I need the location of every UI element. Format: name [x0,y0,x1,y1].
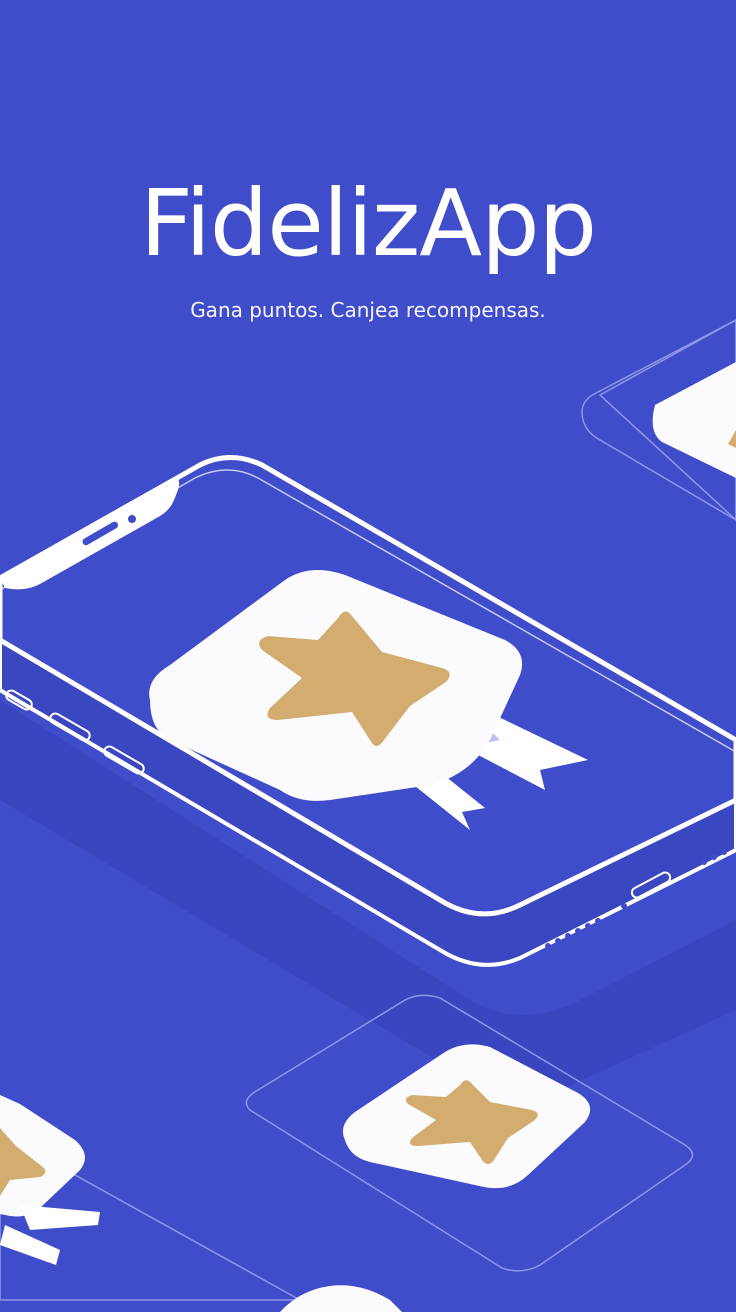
floating-badge-card-top-right [581,319,736,522]
floating-badge-card-bottom-edge [280,1285,402,1312]
floating-badge-card-bottom-left [0,1095,303,1301]
